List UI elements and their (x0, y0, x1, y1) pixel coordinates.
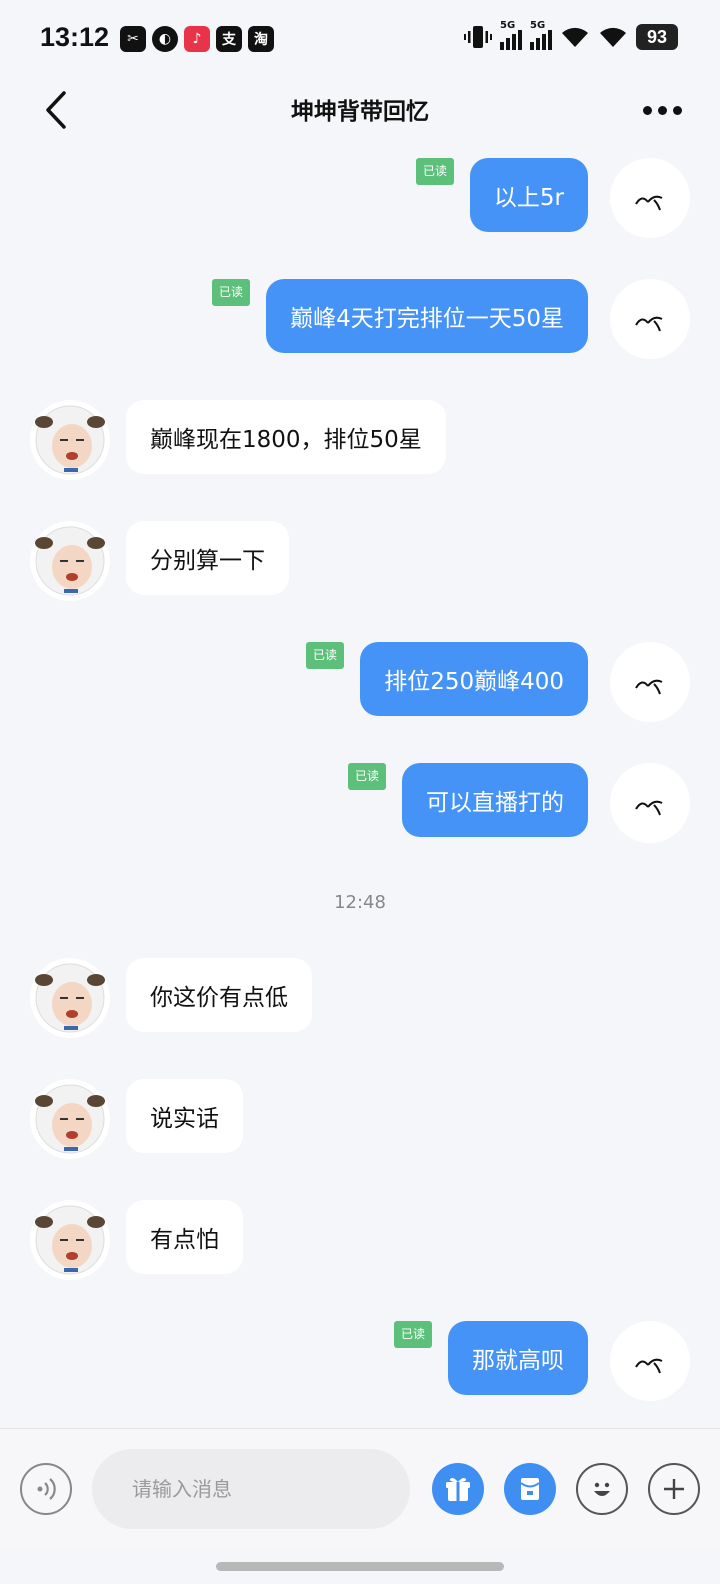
self-avatar[interactable] (610, 279, 690, 359)
signal-icon: 5G (500, 20, 522, 50)
status-bar: 13:12 ✂ ◐ ♪ 支 淘 5G 5G 93 (0, 0, 720, 80)
gift-button[interactable] (432, 1463, 484, 1515)
smiley-icon (594, 1482, 610, 1496)
vibrate-icon (464, 26, 492, 48)
doodle-avatar-icon (635, 679, 663, 695)
message-row-outgoing: 已读 可以直播打的 (0, 763, 720, 843)
more-dot-icon (642, 105, 652, 115)
contact-avatar[interactable] (30, 400, 110, 480)
wifi-icon-2 (600, 27, 626, 47)
capcut-icon: ✂ (120, 26, 146, 52)
message-bubble-outgoing[interactable]: 可以直播打的 (402, 763, 588, 837)
message-bubble-outgoing[interactable]: 以上5r (469, 158, 588, 232)
sheep-avatar-icon (35, 1084, 105, 1154)
doodle-avatar-icon (635, 1358, 663, 1374)
message-row-incoming: 你这价有点低 (0, 958, 720, 1038)
gift-icon (446, 1478, 470, 1501)
emoji-button[interactable] (576, 1463, 628, 1515)
message-input[interactable] (92, 1449, 410, 1529)
message-row-outgoing: 已读 巅峰4天打完排位一天50星 (0, 279, 720, 359)
sheep-avatar-icon (35, 526, 105, 596)
red-packet-icon (520, 1478, 540, 1500)
voice-icon (37, 1478, 56, 1500)
flame-app-icon: ◐ (152, 26, 178, 52)
message-bubble-incoming[interactable]: 分别算一下 (126, 521, 289, 595)
status-indicators: 5G 5G 93 (464, 20, 678, 50)
more-dot-icon (672, 105, 682, 115)
message-bubble-incoming[interactable]: 说实话 (126, 1079, 243, 1153)
message-row-incoming: 说实话 (0, 1079, 720, 1159)
message-row-incoming: 巅峰现在1800，排位50星 (0, 400, 720, 480)
status-time: 13:12 (40, 22, 110, 52)
read-receipt-badge: 已读 (211, 279, 250, 306)
contact-avatar[interactable] (30, 958, 110, 1038)
message-row-incoming: 分别算一下 (0, 521, 720, 601)
self-avatar[interactable] (610, 1321, 690, 1401)
read-receipt-badge: 已读 (347, 763, 386, 790)
read-receipt-badge: 已读 (305, 642, 344, 669)
self-avatar[interactable] (610, 763, 690, 843)
message-row-outgoing: 已读 排位250巅峰400 (0, 642, 720, 722)
contact-avatar[interactable] (30, 1079, 110, 1159)
doodle-avatar-icon (635, 316, 663, 332)
input-bar (0, 1428, 720, 1548)
taobao-icon: 淘 (248, 26, 274, 52)
red-packet-button[interactable] (504, 1463, 556, 1515)
message-bubble-incoming[interactable]: 巅峰现在1800，排位50星 (126, 400, 446, 474)
message-row-incoming: 有点怕 (0, 1200, 720, 1280)
message-row-outgoing: 已读 那就高呗 (0, 1321, 720, 1401)
home-indicator[interactable] (216, 1562, 504, 1571)
doodle-avatar-icon (635, 800, 663, 816)
battery-indicator: 93 (636, 24, 678, 50)
read-receipt-badge: 已读 (415, 158, 454, 185)
sheep-avatar-icon (35, 405, 105, 475)
sheep-avatar-icon (35, 963, 105, 1033)
message-row-outgoing: 已读 以上5r (0, 158, 720, 238)
doodle-avatar-icon (635, 195, 663, 211)
notification-icons: ✂ ◐ ♪ 支 淘 (120, 26, 274, 52)
self-avatar[interactable] (610, 158, 690, 238)
read-receipt-badge: 已读 (393, 1321, 432, 1348)
message-list[interactable]: 已读 以上5r 已读 巅峰4天打完排位一天50星 巅峰现在1800，排位50星 (0, 140, 720, 1420)
plus-icon (664, 1479, 684, 1499)
more-dot-icon (657, 105, 667, 115)
contact-avatar[interactable] (30, 1200, 110, 1280)
message-bubble-incoming[interactable]: 你这价有点低 (126, 958, 312, 1032)
red-app-icon: ♪ (184, 26, 210, 52)
wifi-icon (562, 27, 588, 47)
contact-avatar[interactable] (30, 521, 110, 601)
sheep-avatar-icon (35, 1205, 105, 1275)
message-bubble-incoming[interactable]: 有点怕 (126, 1200, 243, 1274)
more-actions-button[interactable] (648, 1463, 700, 1515)
chat-header: 坤坤背带回忆 (0, 80, 720, 140)
zhi-app-icon: 支 (216, 26, 242, 52)
time-separator: 12:48 (334, 892, 386, 913)
message-bubble-outgoing[interactable]: 排位250巅峰400 (360, 642, 588, 716)
self-avatar[interactable] (610, 642, 690, 722)
voice-input-button[interactable] (20, 1463, 72, 1515)
message-bubble-outgoing[interactable]: 巅峰4天打完排位一天50星 (266, 279, 588, 353)
more-options-button[interactable] (634, 90, 690, 130)
signal-icon-2: 5G (530, 20, 552, 50)
message-bubble-outgoing[interactable]: 那就高呗 (448, 1321, 588, 1395)
chat-title: 坤坤背带回忆 (291, 99, 429, 125)
